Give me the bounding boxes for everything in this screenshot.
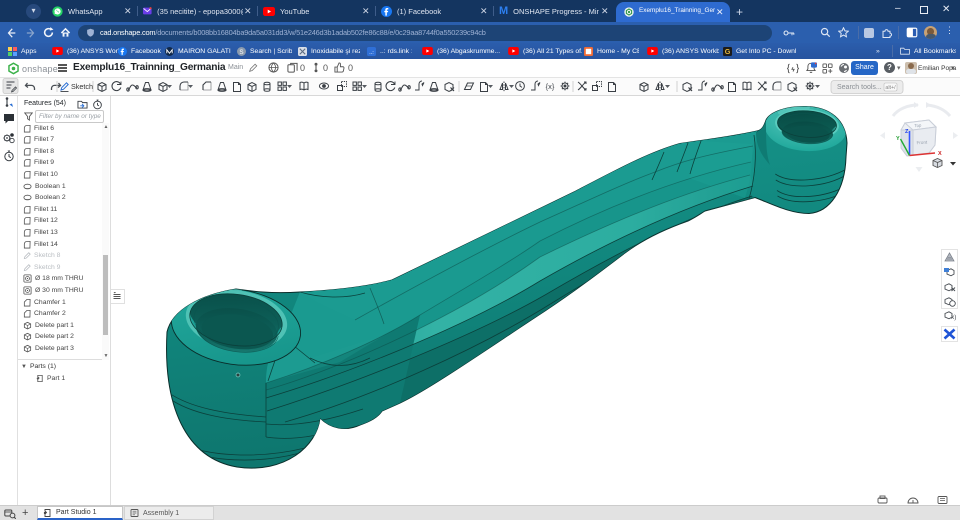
svg-text:Front: Front: [916, 140, 928, 146]
svg-text:..:: ..:: [369, 49, 374, 55]
svg-text:G: G: [725, 47, 731, 56]
svg-text:x): x): [951, 314, 956, 321]
svg-text:S: S: [239, 48, 243, 55]
svg-text:Y: Y: [896, 136, 900, 142]
svg-text:alt+/: alt+/: [885, 85, 896, 91]
svg-text:Search tools...: Search tools...: [837, 84, 882, 91]
svg-text:Sketch: Sketch: [71, 82, 93, 91]
svg-text:Top: Top: [914, 123, 922, 129]
